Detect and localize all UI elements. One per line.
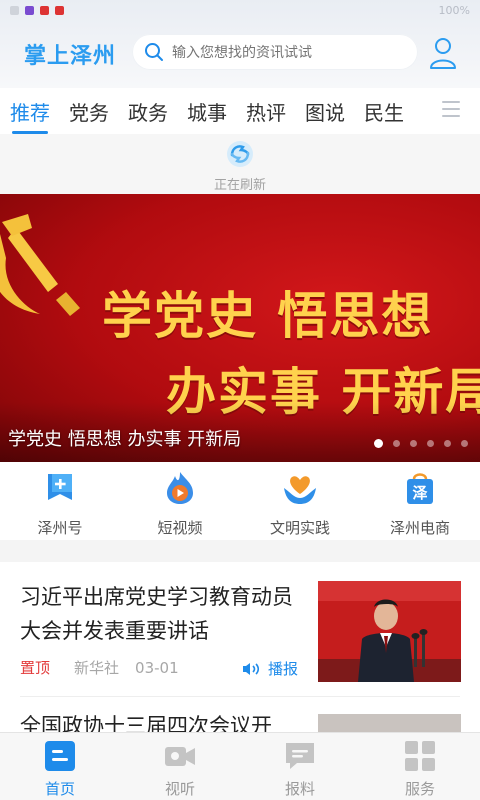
pull-refresh-indicator: 正在刷新 (0, 134, 480, 194)
shopping-bag-icon: 泽 (407, 473, 433, 504)
tab-city-news[interactable]: 城事 (187, 97, 227, 126)
speaker-at-podium-image (318, 581, 461, 682)
carousel-indicator (374, 439, 468, 448)
status-bar: 100% (0, 0, 480, 20)
app-notification-icon (55, 5, 64, 15)
speaker-icon (243, 662, 260, 675)
header: 100% 掌上泽州 (0, 0, 480, 88)
tab-hot-comments[interactable]: 热评 (246, 97, 286, 126)
news-thumbnail[interactable] (318, 581, 461, 682)
heart-hands-icon (284, 476, 316, 504)
shortcut-label: 短视频 (157, 519, 203, 537)
broadcast-label: 播报 (268, 660, 299, 678)
news-title[interactable]: 全国政协十三届四次会议开 (20, 710, 305, 732)
audio-broadcast-button[interactable]: 播报 (242, 658, 298, 679)
shortcut-label: 泽州电商 (389, 519, 450, 537)
carousel-dot[interactable] (461, 440, 468, 447)
news-meta: 置顶 新华社 03-01 (20, 657, 179, 678)
shortcut-zezhou-ecommerce[interactable]: 泽 泽州电商 (360, 462, 480, 540)
refresh-icon (227, 141, 253, 167)
banner-headline-line1: 学党史 悟思想 (102, 287, 434, 345)
carousel-dot[interactable] (374, 439, 383, 448)
nav-audio-video[interactable]: 视听 (120, 733, 240, 800)
tab-livelihood[interactable]: 民生 (364, 97, 404, 126)
nav-label: 视听 (164, 780, 195, 798)
search-bar[interactable] (132, 34, 418, 70)
nav-label: 报料 (284, 780, 315, 798)
news-date: 03-01 (135, 658, 179, 677)
tab-recommend[interactable]: 推荐 (10, 97, 50, 134)
app-logo: 掌上泽州 (24, 44, 117, 69)
carousel-dot[interactable] (393, 440, 400, 447)
refresh-status-text: 正在刷新 (213, 178, 266, 193)
tab-government-affairs[interactable]: 政务 (128, 97, 168, 126)
shortcut-zezhou-account[interactable]: 泽州号 (0, 462, 120, 540)
nav-report[interactable]: 报料 (240, 733, 360, 800)
nav-home[interactable]: 首页 (0, 733, 120, 800)
news-title[interactable]: 习近平出席党史学习教育动员大会并发表重要讲话 (20, 580, 305, 648)
shortcut-civilization-practice[interactable]: 文明实践 (240, 462, 360, 540)
shortcut-short-video[interactable]: 短视频 (120, 462, 240, 540)
banner-carousel[interactable]: 学党史 悟思想 办实事 开新局 学党史 悟思想 办实事 开新局 (0, 194, 480, 462)
nav-label: 首页 (44, 780, 75, 798)
battery-text: 100% (438, 3, 470, 17)
bottom-navigation: 首页 视听 报料 服务 (0, 732, 480, 800)
news-thumbnail[interactable] (318, 714, 461, 732)
news-source: 新华社 (74, 659, 120, 677)
svg-text:泽: 泽 (412, 484, 427, 502)
news-list: 习近平出席党史学习教育动员大会并发表重要讲话 置顶 新华社 03-01 播报 全… (0, 562, 480, 732)
grid-icon (405, 741, 435, 771)
video-camera-icon (165, 747, 195, 766)
app-notification-icon (40, 5, 49, 15)
app-screen: 100% 掌上泽州 推荐 党务 政务 城事 热评 图说 民生 (0, 0, 480, 800)
carousel-dot[interactable] (427, 440, 434, 447)
category-tabs: 推荐 党务 政务 城事 热评 图说 民生 (0, 88, 480, 134)
app-notification-icon (25, 5, 34, 15)
more-tabs-menu-icon[interactable] (442, 101, 460, 117)
carousel-dot[interactable] (444, 440, 451, 447)
user-profile-icon[interactable] (428, 36, 458, 70)
nav-label: 服务 (404, 780, 435, 798)
shortcut-label: 泽州号 (37, 519, 83, 537)
carousel-dot[interactable] (410, 440, 417, 447)
notification-icon (10, 5, 19, 15)
pinned-tag: 置顶 (20, 659, 51, 677)
plus-flag-icon (48, 474, 72, 500)
banner-caption: 学党史 悟思想 办实事 开新局 (8, 429, 242, 450)
quick-shortcuts: 泽州号 短视频 文明实践 泽 泽州电商 (0, 462, 480, 540)
chat-bubble-icon (286, 743, 314, 769)
shortcut-label: 文明实践 (269, 519, 330, 537)
search-input[interactable] (172, 44, 402, 60)
nav-services[interactable]: 服务 (360, 733, 480, 800)
hammer-sickle-emblem (0, 214, 80, 316)
divider (20, 696, 460, 697)
flame-play-icon (167, 472, 193, 504)
home-icon (45, 741, 75, 771)
tab-party-affairs[interactable]: 党务 (69, 97, 109, 126)
search-icon (145, 43, 163, 61)
tab-picture-talk[interactable]: 图说 (305, 97, 345, 126)
